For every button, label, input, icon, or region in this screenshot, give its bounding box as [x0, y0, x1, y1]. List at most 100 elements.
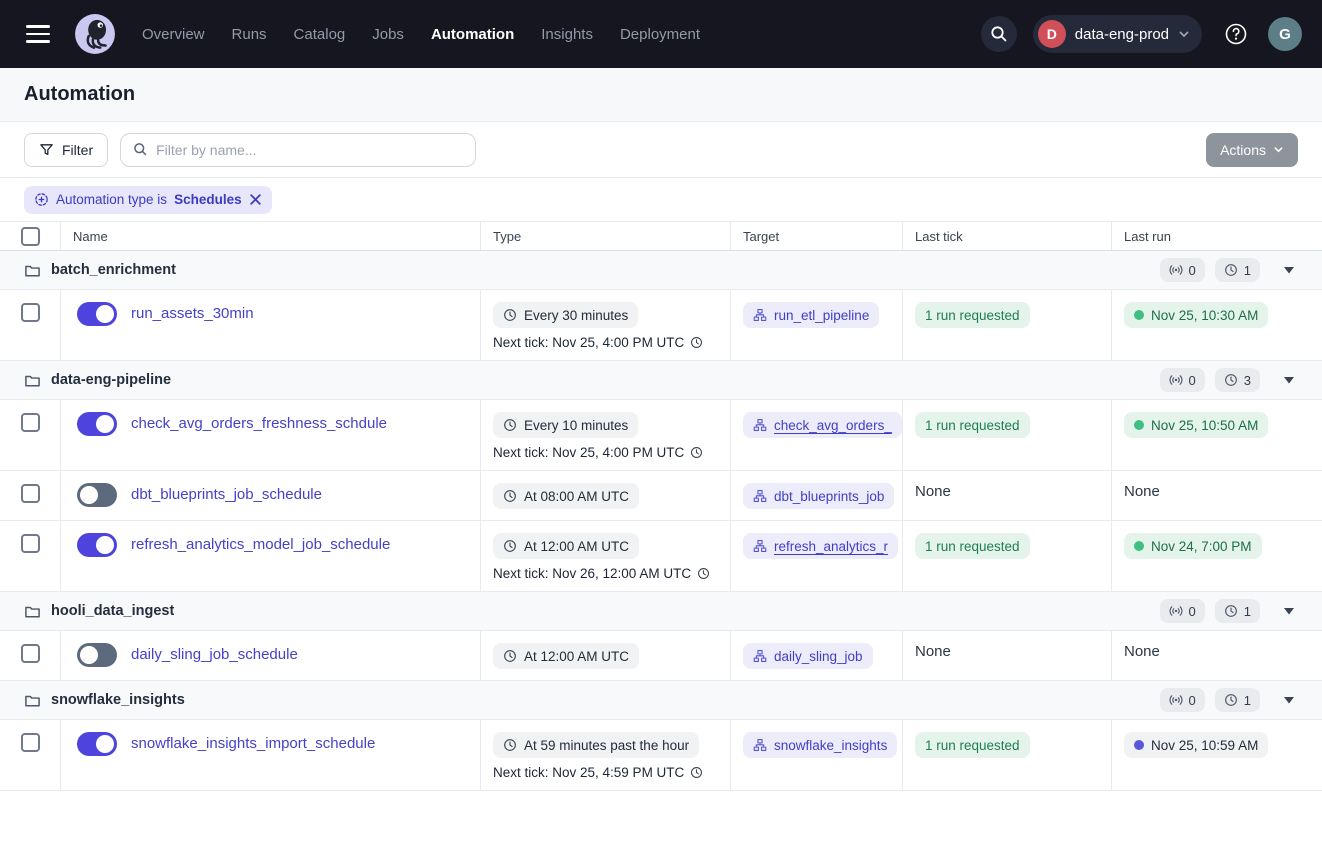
clock-icon [1224, 693, 1238, 707]
sensor-count-badge[interactable]: 0 [1160, 258, 1205, 282]
clock-icon [503, 418, 517, 432]
deployment-switcher[interactable]: D data-eng-prod [1033, 15, 1202, 53]
row-checkbox[interactable] [21, 644, 40, 663]
dagster-logo[interactable] [74, 13, 116, 55]
last-tick-none: None [915, 643, 951, 660]
top-nav: Overview Runs Catalog Jobs Automation In… [0, 0, 1322, 68]
nav-item-jobs[interactable]: Jobs [372, 26, 404, 43]
row-checkbox[interactable] [21, 733, 40, 752]
nav-item-overview[interactable]: Overview [142, 26, 205, 43]
enabled-toggle[interactable] [77, 302, 117, 326]
sensor-icon [1169, 373, 1183, 387]
expand-collapse-button[interactable] [1280, 693, 1298, 708]
group-row: data-eng-pipeline 0 3 [0, 361, 1322, 400]
nav-item-insights[interactable]: Insights [541, 26, 593, 43]
close-icon[interactable] [249, 193, 262, 206]
sensor-icon [1169, 604, 1183, 618]
automation-table-body: batch_enrichment 0 1 run_assets_30min [0, 251, 1322, 791]
user-avatar[interactable]: G [1268, 17, 1302, 51]
name-filter-input[interactable] [156, 142, 463, 158]
last-tick-pill: 1 run requested [915, 732, 1030, 758]
actions-button[interactable]: Actions [1206, 133, 1298, 167]
caret-down-icon [1284, 377, 1294, 384]
column-header-type: Type [481, 222, 731, 250]
schedule-count-badge[interactable]: 3 [1215, 368, 1260, 392]
expand-collapse-button[interactable] [1280, 604, 1298, 619]
help-button[interactable] [1218, 16, 1254, 52]
active-filters-row: Automation type is Schedules [0, 178, 1322, 222]
sensor-count-badge[interactable]: 0 [1160, 368, 1205, 392]
clock-icon [503, 489, 517, 503]
nav-item-runs[interactable]: Runs [232, 26, 267, 43]
job-graph-icon [753, 539, 767, 553]
clock-icon [1224, 604, 1238, 618]
select-all-checkbox[interactable] [21, 227, 40, 246]
search-icon [990, 25, 1008, 43]
filter-chip-prefix: Automation type is [56, 192, 167, 207]
nav-item-automation[interactable]: Automation [431, 26, 514, 43]
schedule-row: daily_sling_job_schedule At 12:00 AM UTC… [0, 631, 1322, 681]
schedule-name-link[interactable]: check_avg_orders_freshness_schdule [131, 415, 387, 432]
row-checkbox[interactable] [21, 303, 40, 322]
next-tick: Next tick: Nov 25, 4:00 PM UTC [493, 445, 718, 460]
last-run-pill[interactable]: Nov 24, 7:00 PM [1124, 533, 1262, 559]
last-run-pill[interactable]: Nov 25, 10:30 AM [1124, 302, 1268, 328]
folder-icon [24, 692, 41, 709]
row-checkbox[interactable] [21, 484, 40, 503]
schedule-name-link[interactable]: run_assets_30min [131, 305, 254, 322]
target-job-pill[interactable]: dbt_blueprints_job [743, 483, 894, 509]
last-tick-none: None [915, 483, 951, 500]
target-job-pill[interactable]: run_etl_pipeline [743, 302, 879, 328]
enabled-toggle[interactable] [77, 643, 117, 667]
expand-collapse-button[interactable] [1280, 263, 1298, 278]
expand-collapse-button[interactable] [1280, 373, 1298, 388]
nav-item-catalog[interactable]: Catalog [294, 26, 346, 43]
next-tick: Next tick: Nov 26, 12:00 AM UTC [493, 566, 718, 581]
target-job-pill[interactable]: snowflake_insights [743, 732, 897, 758]
row-checkbox[interactable] [21, 534, 40, 553]
enabled-toggle[interactable] [77, 483, 117, 507]
target-job-pill[interactable]: check_avg_orders_ [743, 412, 902, 438]
caret-down-icon [1284, 608, 1294, 615]
last-tick-pill: 1 run requested [915, 412, 1030, 438]
last-run-pill[interactable]: Nov 25, 10:50 AM [1124, 412, 1268, 438]
job-graph-icon [753, 418, 767, 432]
search-icon [133, 142, 148, 157]
next-tick: Next tick: Nov 25, 4:00 PM UTC [493, 335, 718, 350]
schedule-name-link[interactable]: refresh_analytics_model_job_schedule [131, 536, 390, 553]
menu-button[interactable] [20, 16, 56, 52]
job-graph-icon [753, 738, 767, 752]
schedule-count-badge[interactable]: 1 [1215, 599, 1260, 623]
enabled-toggle[interactable] [77, 412, 117, 436]
target-pill-label: dbt_blueprints_job [774, 489, 884, 504]
schedule-row: refresh_analytics_model_job_schedule At … [0, 521, 1322, 592]
enabled-toggle[interactable] [77, 732, 117, 756]
schedule-count-badge[interactable]: 1 [1215, 688, 1260, 712]
clock-icon [1224, 263, 1238, 277]
filter-button[interactable]: Filter [24, 133, 108, 167]
job-graph-icon [753, 308, 767, 322]
schedule-name-link[interactable]: daily_sling_job_schedule [131, 646, 298, 663]
column-header-target: Target [731, 222, 903, 250]
sensor-icon [1169, 263, 1183, 277]
search-button[interactable] [981, 16, 1017, 52]
sensor-count-badge[interactable]: 0 [1160, 688, 1205, 712]
sensor-icon [1169, 693, 1183, 707]
enabled-toggle[interactable] [77, 533, 117, 557]
schedule-name-link[interactable]: snowflake_insights_import_schedule [131, 735, 375, 752]
last-tick-pill: 1 run requested [915, 533, 1030, 559]
last-run-pill[interactable]: Nov 25, 10:59 AM [1124, 732, 1268, 758]
automation-filter-icon [34, 192, 49, 207]
schedule-name-link[interactable]: dbt_blueprints_job_schedule [131, 486, 322, 503]
sensor-count-badge[interactable]: 0 [1160, 599, 1205, 623]
row-checkbox[interactable] [21, 413, 40, 432]
target-job-pill[interactable]: daily_sling_job [743, 643, 873, 669]
target-job-pill[interactable]: refresh_analytics_r [743, 533, 898, 559]
run-status-dot [1134, 541, 1144, 551]
nav-item-deployment[interactable]: Deployment [620, 26, 700, 43]
automation-type-filter-chip[interactable]: Automation type is Schedules [24, 186, 272, 214]
chevron-down-icon [1273, 144, 1284, 155]
schedule-count-badge[interactable]: 1 [1215, 258, 1260, 282]
schedule-row: dbt_blueprints_job_schedule At 08:00 AM … [0, 471, 1322, 521]
next-tick: Next tick: Nov 25, 4:59 PM UTC [493, 765, 718, 780]
